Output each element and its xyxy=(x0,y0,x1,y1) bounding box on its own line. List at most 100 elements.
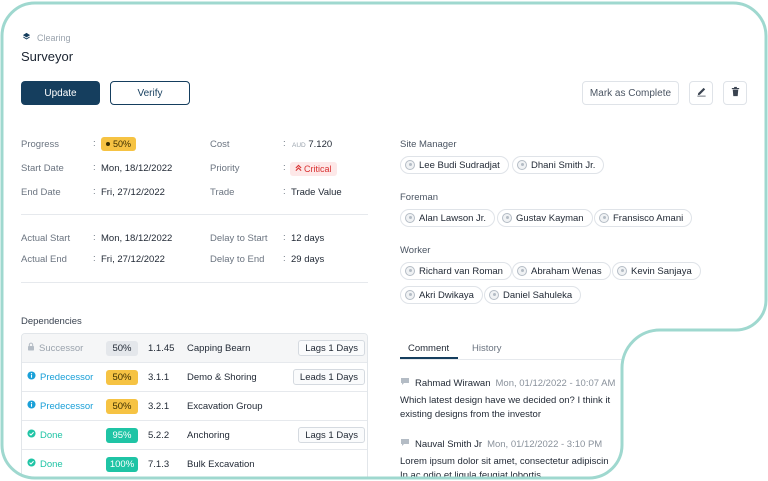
comment-time: Mon, 01/12/2022 - 10:07 AM xyxy=(495,377,616,389)
delay-end-label: Delay to End xyxy=(210,254,265,265)
divider xyxy=(21,214,368,215)
breadcrumb-label: Clearing xyxy=(37,32,71,43)
person-chip[interactable]: Abraham Wenas xyxy=(512,262,611,280)
dependency-lag: Lags 1 Days xyxy=(298,340,365,356)
check-circle-icon xyxy=(27,429,36,441)
dependency-type: Done xyxy=(40,429,63,441)
actual-end-value: Fri, 27/12/2022 xyxy=(101,254,165,265)
person-chip[interactable]: Akri Dwikaya xyxy=(400,286,483,304)
trade-value: Trade Value xyxy=(291,187,342,198)
trade-label: Trade xyxy=(210,187,235,198)
table-row[interactable]: Predecessor 50% 3.2.1 Excavation Group xyxy=(22,392,367,421)
end-date-value: Fri, 27/12/2022 xyxy=(101,187,165,198)
actual-start-label: Actual Start xyxy=(21,233,71,244)
pencil-icon xyxy=(696,84,707,102)
dependencies-title: Dependencies xyxy=(21,316,82,327)
dependency-type: Predecessor xyxy=(40,371,94,383)
table-row[interactable]: Done 95% 5.2.2 Anchoring Lags 1 Days xyxy=(22,421,367,450)
mark-complete-button[interactable]: Mark as Complete xyxy=(582,81,679,105)
dependency-lag: Lags 1 Days xyxy=(298,427,365,443)
person-chip[interactable]: Gustav Kayman xyxy=(497,209,593,227)
user-icon xyxy=(405,213,415,223)
edit-button[interactable] xyxy=(689,81,713,105)
active-tab-indicator xyxy=(400,357,458,359)
dependency-code: 3.2.1 xyxy=(148,401,170,412)
comment-time: Mon, 01/12/2022 - 3:10 PM xyxy=(487,438,603,450)
table-row[interactable]: Done 100% 7.1.3 Bulk Excavation xyxy=(22,450,367,479)
cost-currency: AUD xyxy=(292,142,306,149)
tab-history[interactable]: History xyxy=(472,343,502,354)
table-row[interactable]: Successor 50% 1.1.45 Capping Bearn Lags … xyxy=(22,334,367,363)
person-chip[interactable]: Fransisco Amani xyxy=(594,209,693,227)
person-chip[interactable]: Daniel Sahuleka xyxy=(484,286,582,304)
lock-icon xyxy=(27,342,35,354)
person-chip[interactable]: Richard van Roman xyxy=(400,262,512,280)
cost-value: 7.120 xyxy=(308,139,333,150)
start-date-value: Mon, 18/12/2022 xyxy=(101,163,173,174)
user-icon xyxy=(405,160,415,170)
layers-icon xyxy=(22,32,31,43)
dependency-progress: 50% xyxy=(106,370,138,385)
user-icon xyxy=(517,266,527,276)
comment-line: Which latest design have we decided on? … xyxy=(400,395,611,406)
end-date-label: End Date xyxy=(21,187,61,198)
colon: : xyxy=(283,253,286,264)
user-icon xyxy=(502,213,512,223)
user-icon xyxy=(599,213,609,223)
comment-author: Nauval Smith Jr xyxy=(415,438,483,450)
divider xyxy=(400,359,630,360)
person-chip[interactable]: Kevin Sanjaya xyxy=(612,262,701,280)
comment-author: Rahmad Wirawan xyxy=(415,377,491,389)
dependency-name: Anchoring xyxy=(187,430,230,441)
worker-title: Worker xyxy=(400,245,431,256)
user-icon xyxy=(405,290,415,300)
task-detail-panel: Clearing Surveyor Update Verify Mark as … xyxy=(0,0,768,481)
dependency-progress: 95% xyxy=(106,428,138,443)
dependency-type: Done xyxy=(40,458,63,470)
tab-comment[interactable]: Comment xyxy=(408,343,449,354)
table-row[interactable]: Predecessor 50% 3.1.1 Demo & Shoring Lea… xyxy=(22,363,367,392)
trash-icon xyxy=(730,84,741,102)
person-name: Kevin Sanjaya xyxy=(631,265,692,277)
colon: : xyxy=(283,162,286,173)
person-chip[interactable]: Lee Budi Sudradjat xyxy=(400,156,509,174)
person-chip[interactable]: Dhani Smith Jr. xyxy=(512,156,605,174)
comment-body: Which latest design have we decided on? … xyxy=(400,394,610,422)
update-button[interactable]: Update xyxy=(21,81,100,105)
colon: : xyxy=(283,138,286,149)
start-date-label: Start Date xyxy=(21,163,64,174)
colon: : xyxy=(93,232,96,243)
person-name: Richard van Roman xyxy=(419,265,503,277)
cost-label: Cost xyxy=(210,139,230,150)
person-name: Alan Lawson Jr. xyxy=(419,212,487,224)
dependency-type: Successor xyxy=(39,342,84,354)
actual-start-value: Mon, 18/12/2022 xyxy=(101,233,173,244)
colon: : xyxy=(283,186,286,197)
dependency-name: Capping Bearn xyxy=(187,343,251,354)
person-name: Lee Budi Sudradjat xyxy=(419,159,500,171)
person-name: Abraham Wenas xyxy=(531,265,602,277)
delete-button[interactable] xyxy=(723,81,747,105)
verify-button[interactable]: Verify xyxy=(110,81,190,105)
dependency-code: 7.1.3 xyxy=(148,459,170,470)
priority-value: Critical xyxy=(304,164,332,174)
comment-line: In ac odio et ligula feugiat lobortis xyxy=(400,470,542,481)
delay-start-value: 12 days xyxy=(291,233,325,244)
page-title: Surveyor xyxy=(21,49,74,64)
colon: : xyxy=(93,138,96,149)
breadcrumb[interactable]: Clearing xyxy=(22,32,71,43)
person-name: Daniel Sahuleka xyxy=(503,289,573,301)
priority-badge: Critical xyxy=(290,162,337,176)
comment-body: Lorem ipsum dolor sit amet, consectetur … xyxy=(400,455,609,481)
person-name: Dhani Smith Jr. xyxy=(531,159,596,171)
dependency-name: Excavation Group xyxy=(187,401,263,412)
dependency-type: Predecessor xyxy=(40,400,94,412)
comment-header: Nauval Smith Jr Mon, 01/12/2022 - 3:10 P… xyxy=(400,438,602,450)
dependency-name: Demo & Shoring xyxy=(187,372,257,383)
colon: : xyxy=(93,186,96,197)
person-name: Gustav Kayman xyxy=(516,212,584,224)
person-chip[interactable]: Alan Lawson Jr. xyxy=(400,209,496,227)
colon: : xyxy=(93,253,96,264)
user-icon xyxy=(489,290,499,300)
dependency-code: 5.2.2 xyxy=(148,430,170,441)
